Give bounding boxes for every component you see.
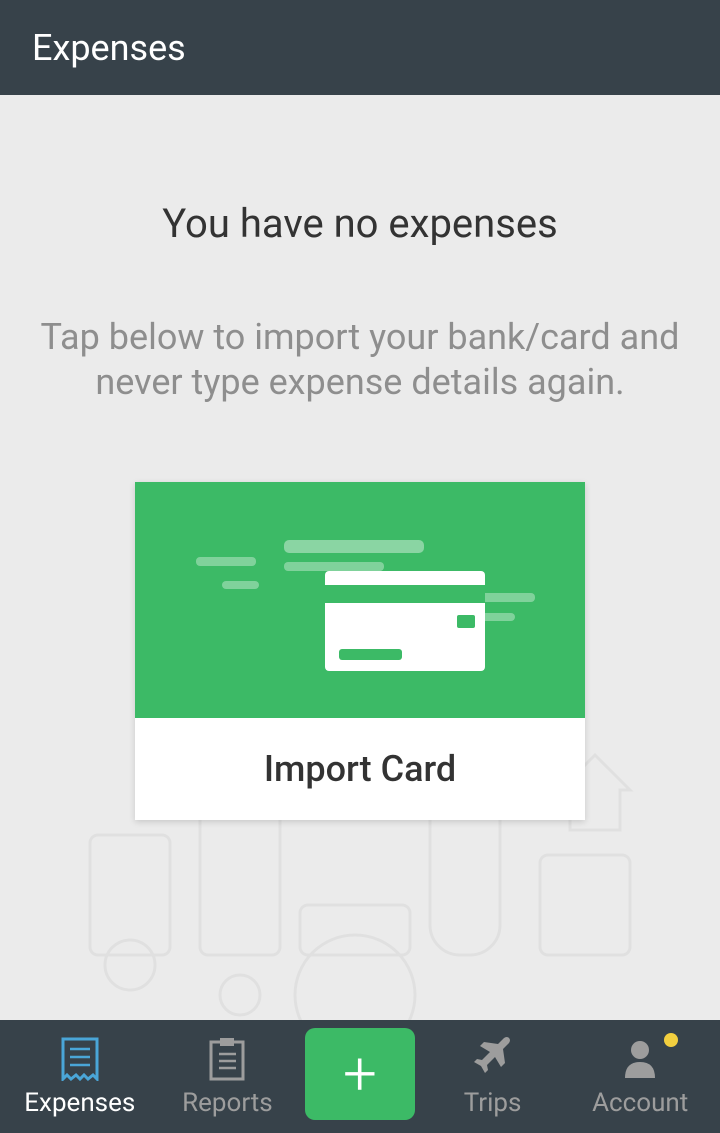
bottom-tab-bar: Expenses Reports + Trips xyxy=(0,1020,720,1133)
tab-label: Reports xyxy=(182,1088,273,1118)
tab-label: Expenses xyxy=(24,1088,135,1118)
import-card-label: Import Card xyxy=(135,718,585,820)
empty-state-title: You have no expenses xyxy=(162,200,557,247)
tab-account[interactable]: Account xyxy=(570,1036,710,1118)
app-header: Expenses xyxy=(0,0,720,95)
tab-reports[interactable]: Reports xyxy=(157,1036,297,1118)
plane-icon xyxy=(471,1036,515,1082)
empty-state-subtitle: Tap below to import your bank/card and n… xyxy=(0,315,720,405)
tab-trips[interactable]: Trips xyxy=(423,1036,563,1118)
import-card-graphic xyxy=(135,482,585,718)
import-card-button[interactable]: Import Card xyxy=(135,482,585,820)
tab-label: Account xyxy=(592,1088,688,1118)
notification-badge xyxy=(664,1033,678,1047)
tab-label: Trips xyxy=(464,1088,522,1118)
add-expense-button[interactable]: + xyxy=(305,1028,415,1120)
tab-expenses[interactable]: Expenses xyxy=(10,1036,150,1118)
person-icon xyxy=(621,1036,659,1082)
receipt-icon xyxy=(60,1036,100,1082)
plus-icon: + xyxy=(343,1044,377,1104)
main-content: You have no expenses Tap below to import… xyxy=(0,95,720,1020)
page-title: Expenses xyxy=(32,27,186,69)
clipboard-icon xyxy=(208,1036,246,1082)
